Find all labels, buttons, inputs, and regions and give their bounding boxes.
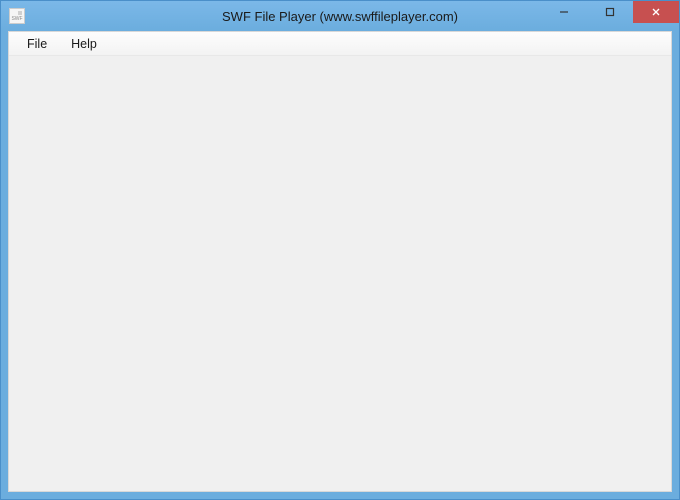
menubar: File Help <box>9 32 671 56</box>
maximize-icon <box>605 7 615 17</box>
app-icon: SWF <box>9 8 25 24</box>
menu-file[interactable]: File <box>15 34 59 54</box>
maximize-button[interactable] <box>587 1 633 23</box>
application-window: SWF SWF File Player (www.swffileplayer.c… <box>0 0 680 500</box>
minimize-icon <box>559 7 569 17</box>
close-icon <box>651 7 661 17</box>
client-area: File Help <box>8 31 672 492</box>
titlebar[interactable]: SWF SWF File Player (www.swffileplayer.c… <box>1 1 679 31</box>
minimize-button[interactable] <box>541 1 587 23</box>
window-title: SWF File Player (www.swffileplayer.com) <box>222 9 458 24</box>
close-button[interactable] <box>633 1 679 23</box>
app-icon-label: SWF <box>11 17 22 23</box>
window-controls <box>541 1 679 23</box>
content-area <box>9 56 671 491</box>
menu-help[interactable]: Help <box>59 34 109 54</box>
